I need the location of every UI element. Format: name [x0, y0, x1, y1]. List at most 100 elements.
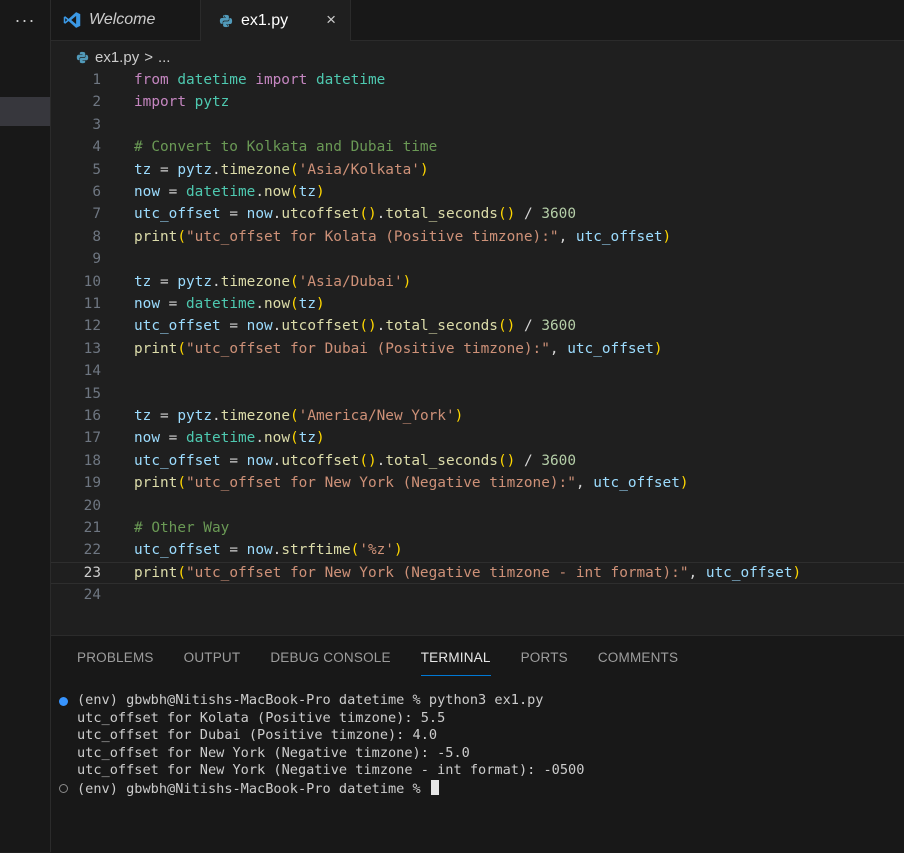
line-number: 23 [83, 564, 101, 581]
code-text: # Convert to Kolkata and Dubai time [134, 139, 438, 156]
tab-welcome-label: Welcome [89, 11, 156, 28]
breadcrumb-more[interactable]: ... [158, 49, 171, 66]
command-success-decoration-icon[interactable] [59, 696, 68, 706]
code-line[interactable]: 2 import pytz [51, 91, 904, 113]
code-line[interactable]: 16 tz = pytz.timezone('America/New_York') [51, 405, 904, 427]
terminal-text: utc_offset for New York (Negative timzon… [77, 744, 470, 761]
tab-ex1-py[interactable]: ex1.py × [201, 0, 351, 41]
line-number: 12 [83, 318, 101, 335]
code-line[interactable]: 14 [51, 360, 904, 382]
code-line[interactable]: 13 print("utc_offset for Dubai (Positive … [51, 338, 904, 360]
terminal-line: utc_offset for Kolata (Positive timzone)… [77, 710, 445, 728]
code-text: utc_offset = now.utcoffset().total_secon… [134, 206, 576, 223]
terminal-text: utc_offset for New York (Negative timzon… [77, 762, 585, 778]
code-line[interactable]: 11 now = datetime.now(tz) [51, 293, 904, 315]
line-number: 9 [92, 251, 101, 268]
terminal-text: (env) gbwbh@Nitishs-MacBook-Pro datetime… [77, 692, 544, 708]
terminal-text: utc_offset for Kolata (Positive timzone)… [77, 709, 446, 726]
tab-welcome[interactable]: Welcome [51, 0, 201, 40]
code-line[interactable]: 15 [51, 383, 904, 405]
code-text: tz = pytz.timezone('Asia/Dubai') [134, 273, 412, 290]
close-icon[interactable]: × [326, 10, 336, 30]
breadcrumb: ex1.py > ... [76, 46, 170, 68]
command-pending-decoration-icon[interactable] [59, 784, 68, 793]
code-text: # Other Way [134, 520, 230, 536]
code-line[interactable]: 6 now = datetime.now(tz) [51, 181, 904, 203]
terminal-line: (env) gbwbh@Nitishs-MacBook-Pro datetime… [77, 692, 544, 710]
code-line[interactable]: 21 # Other Way [51, 517, 904, 539]
code-line[interactable]: 22 utc_offset = now.strftime('%z') [51, 539, 904, 561]
bottom-panel: PROBLEMS OUTPUT DEBUG CONSOLE TERMINAL PORTS… [51, 635, 904, 853]
code-editor[interactable]: 1 from datetime import datetime 2 import py… [51, 69, 904, 609]
panel-tab-terminal[interactable]: TERMINAL [420, 650, 491, 676]
code-text: utc_offset = now.utcoffset().total_secon… [134, 318, 576, 335]
vscode-icon [63, 12, 81, 28]
code-line[interactable]: 1 from datetime import datetime [51, 69, 904, 91]
code-text: import pytz [134, 94, 230, 111]
python-file-icon [219, 14, 233, 27]
line-number: 16 [83, 408, 101, 424]
tab-ex1-label: ex1.py [241, 11, 289, 29]
code-text: from datetime import datetime [134, 72, 386, 88]
panel-tab-output[interactable]: OUTPUT [184, 650, 241, 674]
line-number: 19 [83, 475, 101, 492]
terminal-line: (env) gbwbh@Nitishs-MacBook-Pro datetime… [77, 779, 439, 798]
code-text: now = datetime.now(tz) [134, 296, 325, 312]
line-number: 17 [83, 430, 101, 447]
terminal-line: utc_offset for New York (Negative timzon… [77, 745, 470, 763]
code-text: tz = pytz.timezone('Asia/Kolkata') [134, 161, 429, 178]
terminal-line: utc_offset for Dubai (Positive timzone):… [77, 727, 437, 745]
line-number: 20 [83, 497, 101, 514]
selected-explorer-item[interactable] [0, 97, 50, 126]
panel-tab-ports[interactable]: PORTS [521, 650, 568, 674]
line-number: 4 [92, 139, 101, 156]
code-line[interactable]: 20 [51, 495, 904, 517]
code-line[interactable]: 12 utc_offset = now.utcoffset().total_sec… [51, 315, 904, 337]
code-line[interactable]: 19 print("utc_offset for New York (Negati… [51, 472, 904, 494]
code-text: utc_offset = now.strftime('%z') [134, 542, 403, 559]
line-number: 21 [83, 520, 101, 536]
code-text: utc_offset = now.utcoffset().total_secon… [134, 452, 576, 469]
code-line[interactable]: 9 [51, 248, 904, 270]
code-text: tz = pytz.timezone('America/New_York') [134, 408, 464, 424]
code-line[interactable]: 4 # Convert to Kolkata and Dubai time [51, 136, 904, 158]
code-line[interactable]: 17 now = datetime.now(tz) [51, 427, 904, 449]
panel-tab-comments[interactable]: COMMENTS [598, 650, 678, 674]
terminal-line: utc_offset for New York (Negative timzon… [77, 762, 584, 780]
activity-bar: ··· [0, 0, 51, 852]
code-line[interactable]: 7 utc_offset = now.utcoffset().total_seco… [51, 203, 904, 225]
line-number: 24 [83, 587, 101, 604]
line-number: 6 [92, 184, 101, 200]
terminal-text: utc_offset for Dubai (Positive timzone):… [77, 727, 438, 743]
code-text: print("utc_offset for Kolata (Positive t… [134, 228, 672, 245]
line-number: 18 [83, 452, 101, 469]
code-line[interactable]: 18 utc_offset = now.utcoffset().total_sec… [51, 450, 904, 472]
python-file-icon [76, 51, 89, 63]
line-number: 11 [83, 296, 101, 312]
code-line[interactable]: 24 [51, 584, 904, 606]
line-number: 7 [92, 206, 101, 223]
breadcrumb-file[interactable]: ex1.py [95, 49, 139, 66]
code-text: now = datetime.now(tz) [134, 184, 325, 200]
code-text: print("utc_offset for New York (Negative… [134, 564, 802, 581]
breadcrumb-separator: > [144, 48, 153, 66]
line-number: 15 [83, 385, 101, 402]
line-number: 8 [92, 228, 101, 245]
line-number: 14 [83, 363, 101, 380]
panel-tab-problems[interactable]: PROBLEMS [77, 650, 154, 674]
code-text: print("utc_offset for New York (Negative… [134, 475, 689, 492]
more-actions-icon[interactable]: ··· [0, 0, 50, 40]
terminal-cursor [430, 779, 439, 795]
code-text: now = datetime.now(tz) [134, 430, 325, 447]
line-number: 5 [92, 161, 101, 178]
code-line[interactable]: 3 [51, 114, 904, 136]
code-line[interactable]: 23 print("utc_offset for New York (Negati… [51, 562, 904, 584]
panel-tab-debug-console[interactable]: DEBUG CONSOLE [270, 650, 390, 674]
code-line[interactable]: 8 print("utc_offset for Kolata (Positive … [51, 226, 904, 248]
line-number: 1 [92, 72, 101, 88]
code-text: print("utc_offset for Dubai (Positive ti… [134, 340, 663, 357]
line-number: 3 [92, 116, 101, 133]
panel-tab-bar: PROBLEMS OUTPUT DEBUG CONSOLE TERMINAL PORTS… [77, 650, 708, 676]
code-line[interactable]: 5 tz = pytz.timezone('Asia/Kolkata') [51, 159, 904, 181]
code-line[interactable]: 10 tz = pytz.timezone('Asia/Dubai') [51, 271, 904, 293]
